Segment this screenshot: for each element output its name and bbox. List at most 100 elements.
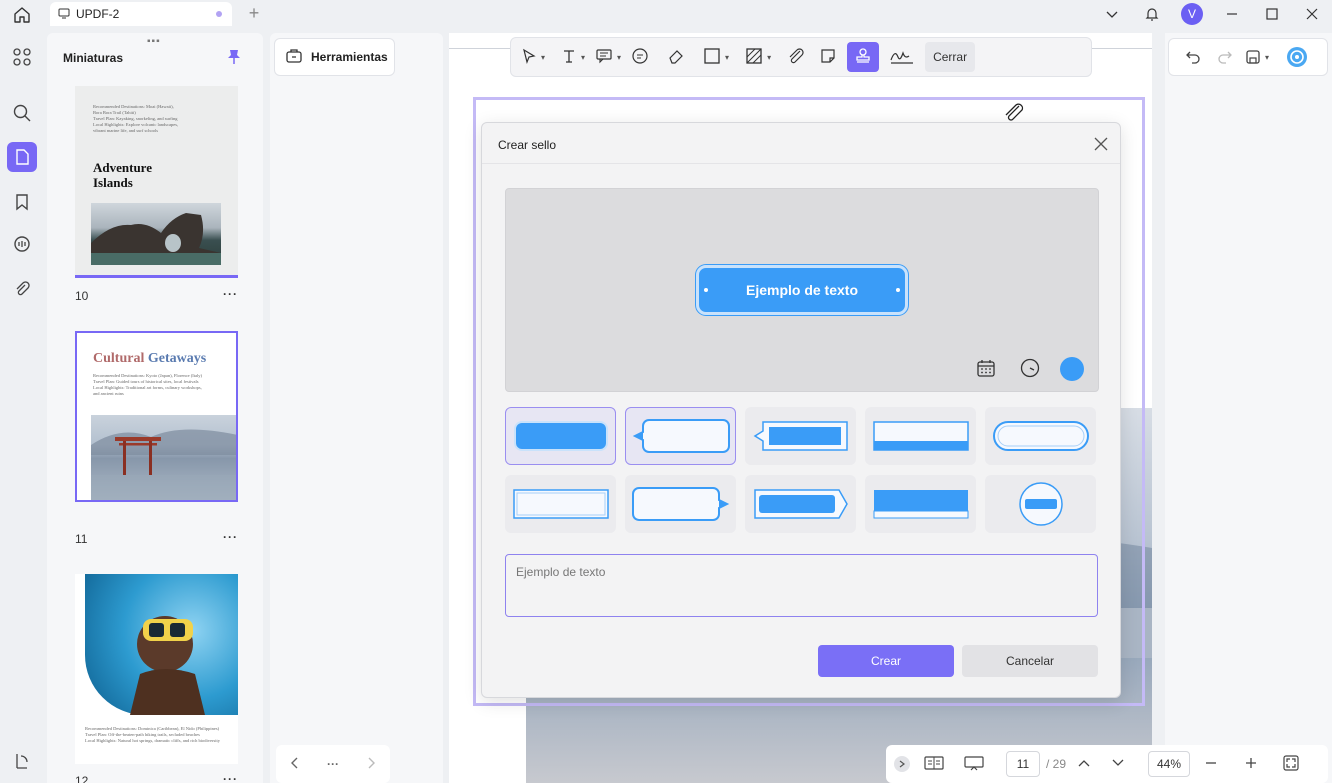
thumb-12-image (85, 574, 238, 715)
chevron-right-icon[interactable] (366, 757, 376, 772)
zoom-out-icon[interactable] (1204, 756, 1218, 773)
thumb-10-heading: Adventure Islands (93, 160, 152, 190)
thumb-10-image (91, 203, 221, 265)
comment-box-icon (595, 48, 613, 67)
tools-panel: Herramientas (270, 33, 443, 783)
stamp-style-2[interactable] (625, 407, 736, 465)
grid-icon[interactable] (7, 42, 37, 72)
create-button[interactable]: Crear (818, 645, 954, 677)
avatar[interactable]: V (1181, 3, 1203, 25)
clock-icon[interactable] (1020, 358, 1040, 381)
drag-grip[interactable]: ▪▪▪ (147, 36, 161, 47)
thumb-12-more-button[interactable]: ··· (223, 772, 238, 783)
color-picker[interactable] (1060, 357, 1084, 381)
pager-dots[interactable]: ··· (327, 757, 339, 771)
tools-button-label: Herramientas (311, 50, 388, 64)
comment-icon[interactable] (7, 230, 37, 260)
attach-tool[interactable] (783, 42, 809, 72)
thumbnail-page-12[interactable]: Recommended Destinations: Dominica (Cari… (75, 574, 238, 764)
eraser-tool[interactable] (663, 42, 689, 72)
chevron-left-icon[interactable] (290, 757, 300, 772)
cursor-icon (521, 48, 537, 67)
stamp-style-8[interactable] (745, 475, 856, 533)
thumbnail-page-11[interactable]: Cultural Getaways Recommended Destinatio… (75, 331, 238, 502)
area-tool[interactable]: ▾ (741, 42, 775, 72)
thumb-10-number: 10 (75, 289, 89, 303)
document-tab[interactable]: UPDF-2 (50, 2, 232, 26)
presentation-icon[interactable] (964, 755, 984, 774)
sticker-tool[interactable] (815, 42, 841, 72)
home-icon[interactable] (12, 5, 32, 25)
thumb-11-image (91, 415, 236, 500)
pin-icon[interactable] (227, 49, 241, 68)
thumb-10-more-button[interactable]: ··· (223, 287, 238, 301)
redo-icon[interactable] (1209, 49, 1241, 65)
stamp-dot (896, 288, 900, 292)
chevron-right-icon[interactable] (894, 756, 910, 772)
title-bar: UPDF-2 + V (0, 0, 1332, 28)
fit-page-icon[interactable] (1282, 754, 1300, 775)
attachment-icon[interactable] (7, 274, 37, 304)
maximize-button[interactable] (1252, 0, 1292, 28)
rectangle-tool[interactable]: ▾ (699, 42, 733, 72)
bell-icon[interactable] (1132, 0, 1172, 28)
chevron-down-icon[interactable]: ▾ (541, 53, 545, 62)
chevron-down-icon[interactable]: ▾ (767, 53, 771, 62)
cancel-button[interactable]: Cancelar (962, 645, 1098, 677)
tools-button[interactable]: Herramientas (274, 38, 395, 76)
toolbox-icon (285, 48, 303, 67)
chevron-down-icon[interactable]: ▾ (725, 53, 729, 62)
close-window-button[interactable] (1292, 0, 1332, 28)
stamp-style-3[interactable] (745, 407, 856, 465)
save-icon[interactable]: ▾ (1241, 49, 1273, 65)
preview-stamp-text: Ejemplo de texto (745, 282, 859, 298)
ai-assistant-icon[interactable] (1281, 46, 1313, 68)
pages-icon[interactable] (7, 142, 37, 172)
calendar-icon[interactable] (976, 358, 996, 381)
chevron-down-icon[interactable] (1092, 0, 1132, 28)
comment-tool[interactable]: ▾ (591, 42, 625, 72)
sticker-icon (819, 47, 837, 68)
select-tool[interactable]: ▾ (517, 42, 549, 72)
signature-icon (889, 47, 915, 68)
thumb-11-more-button[interactable]: ··· (223, 530, 238, 544)
selected-indicator (75, 275, 238, 278)
chevron-down-icon[interactable] (1112, 757, 1124, 771)
stamp-style-6[interactable] (505, 475, 616, 533)
stamp-style-7[interactable] (625, 475, 736, 533)
thumbnails-title: Miniaturas (63, 51, 124, 65)
bookmark-icon[interactable] (7, 187, 37, 217)
stamp-tool[interactable] (847, 42, 880, 72)
speech-bubble-icon (631, 47, 649, 68)
stamp-style-5[interactable] (985, 407, 1096, 465)
signature-tool[interactable] (885, 42, 919, 72)
stamp-styles-grid (505, 407, 1099, 537)
stamp-text-field[interactable]: Ejemplo de texto (505, 554, 1098, 617)
text-tool[interactable]: ▾ (557, 42, 589, 72)
chevron-down-icon[interactable]: ▾ (581, 53, 585, 62)
layers-icon[interactable] (7, 746, 37, 776)
chevron-up-icon[interactable] (1078, 757, 1090, 771)
thumb-12-number: 12 (75, 774, 89, 783)
chevron-down-icon[interactable]: ▾ (617, 53, 621, 62)
sticky-tool[interactable] (627, 42, 653, 72)
zoom-in-icon[interactable] (1244, 756, 1258, 773)
stamp-icon (854, 47, 872, 68)
minimize-button[interactable] (1212, 0, 1252, 28)
stamp-style-9[interactable] (865, 475, 976, 533)
close-icon[interactable] (1093, 136, 1109, 152)
reading-mode-icon[interactable] (924, 755, 944, 774)
stamp-style-10[interactable] (985, 475, 1096, 533)
close-annotation-button[interactable]: Cerrar (925, 42, 976, 72)
divider (482, 163, 1120, 164)
new-tab-button[interactable]: + (246, 4, 262, 22)
thumbnail-page-10[interactable]: Recommended Destinations: Moai (Hawaii),… (75, 86, 238, 275)
undo-icon[interactable] (1177, 49, 1209, 65)
zoom-level[interactable]: 44% (1148, 751, 1191, 777)
search-icon[interactable] (7, 98, 37, 128)
stamp-style-1[interactable] (505, 407, 616, 465)
page-number-input[interactable]: 11 (1006, 751, 1040, 777)
unsaved-dot (216, 11, 222, 17)
page-navigation: 11 / 29 44% (886, 745, 1328, 783)
stamp-style-4[interactable] (865, 407, 976, 465)
